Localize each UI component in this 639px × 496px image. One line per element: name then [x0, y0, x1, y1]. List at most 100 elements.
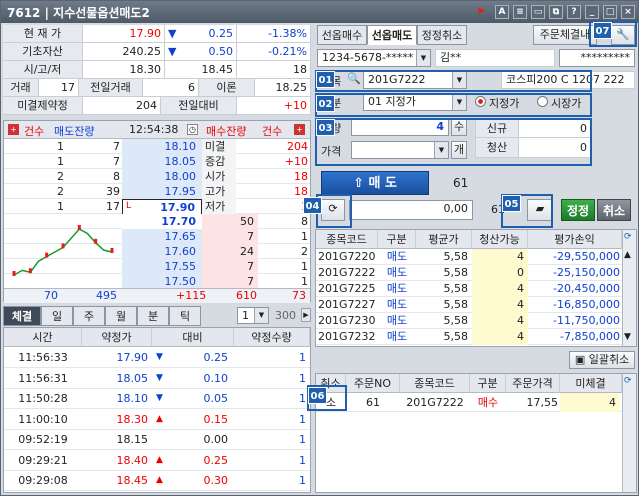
position-avail: 4 — [472, 281, 528, 297]
info-value: 204 — [287, 140, 308, 153]
bid-price[interactable]: 17.65 — [122, 229, 202, 244]
chevron-down-icon[interactable]: ▼ — [254, 308, 268, 323]
ask-qty: 39 — [106, 185, 120, 198]
position-side: 매도 — [386, 266, 408, 279]
scroll-up-icon[interactable]: ▲ — [624, 250, 631, 260]
position-avg: 5,58 — [443, 250, 469, 263]
position-row[interactable]: 201G7227 매도 5,58 4 -16,850,000 — [316, 297, 622, 313]
lock-icon[interactable]: ≡ — [513, 5, 527, 19]
print-icon[interactable]: ▭ — [531, 5, 545, 19]
scrollbar[interactable]: ⟳ ▲ ▼ — [622, 230, 636, 346]
unfilled-header: 종목코드 — [400, 374, 470, 393]
tick-qty: 1 — [299, 392, 306, 405]
sparkline-tick — [45, 252, 49, 258]
plus-icon[interactable]: + — [8, 124, 19, 135]
callout-frame-02 — [315, 93, 592, 117]
sell-button[interactable]: ⇧ 매 도 — [321, 171, 429, 195]
tab-0[interactable]: 체결 — [3, 306, 41, 326]
scrollbar[interactable]: ⟳ — [622, 374, 636, 492]
tick-diff: 0.00 — [203, 433, 229, 446]
tick-time: 09:29:08 — [18, 474, 68, 487]
tick-row: 11:50:28 18.10 ▼ 0.05 1 — [4, 389, 310, 409]
bid-price[interactable]: 17.50 — [122, 274, 202, 289]
tab-1[interactable]: 일 — [41, 306, 73, 326]
sparkline-tick — [28, 268, 32, 274]
position-code: 201G7220 — [318, 250, 376, 263]
order-tab-2[interactable]: 정정취소 — [417, 25, 467, 45]
play-icon[interactable]: ▶ — [475, 5, 489, 19]
ask-price[interactable]: 18.10 — [122, 139, 202, 154]
copy-icon[interactable]: ⧉ — [549, 5, 563, 19]
tab-3[interactable]: 월 — [105, 306, 137, 326]
total-diff: +115 — [176, 289, 207, 302]
ask-row: 11717.90L저가1 — [4, 199, 310, 216]
unit-value: 1 — [242, 309, 249, 322]
position-code: 201G7230 — [318, 314, 376, 327]
bid-price[interactable]: 17.55 — [122, 259, 202, 274]
unit-select[interactable]: 1 ▼ — [237, 307, 269, 324]
trash-icon: ▣ — [574, 353, 589, 366]
position-avail: 4 — [472, 249, 528, 265]
ask-price[interactable]: 18.00 — [122, 169, 202, 184]
bulk-cancel-button[interactable]: ▣ 일괄취소 — [569, 351, 635, 369]
order-tab-1[interactable]: 선옵매도 — [367, 25, 417, 45]
position-avail: 4 — [472, 313, 528, 329]
unfilled-row[interactable]: 소 61 201G7222 매수 17,55 4 — [316, 393, 622, 412]
cancel-button[interactable]: 취소 — [597, 199, 631, 221]
position-row[interactable]: 201G7232 매도 5,58 4 -7,850,000 — [316, 329, 622, 345]
prev-volume-label: 전일거래 — [79, 79, 143, 97]
underlying-pct: -0.21% — [237, 43, 311, 61]
current-marker: L — [126, 201, 132, 211]
tab-2[interactable]: 주 — [73, 306, 105, 326]
password-input[interactable]: ********* — [559, 49, 635, 67]
tab-5[interactable]: 틱 — [169, 306, 201, 326]
bid-count: 1 — [301, 275, 308, 288]
refresh-icon[interactable]: ⟳ — [624, 376, 632, 386]
total-bid-qty: 610 — [236, 289, 257, 302]
unfilled-remain: 4 — [560, 393, 620, 412]
unfilled-no: 61 — [366, 396, 380, 409]
refresh-icon[interactable]: ⟳ — [624, 232, 632, 242]
current-price: 17.90 — [83, 25, 165, 43]
position-code: 201G7225 — [318, 282, 376, 295]
modify-button[interactable]: 정정 — [561, 199, 595, 221]
order-tab-0[interactable]: 선옵매수 — [317, 25, 367, 45]
bid-qty-label: 매수잔량 — [206, 125, 247, 138]
position-side: 매도 — [386, 298, 408, 311]
position-row[interactable]: 201G7220 매도 5,58 4 -29,550,000 — [316, 249, 622, 265]
tab-4[interactable]: 분 — [137, 306, 169, 326]
minimize-icon[interactable]: _ — [585, 5, 599, 19]
tick-time: 09:52:19 — [18, 433, 68, 446]
position-row[interactable]: 201G7225 매도 5,58 4 -20,450,000 — [316, 281, 622, 297]
sparkline-tick — [94, 238, 98, 244]
clock-icon[interactable]: ◷ — [187, 124, 198, 135]
amount-field[interactable]: 0,00 — [349, 200, 473, 220]
open-price: 18.30 — [83, 61, 165, 79]
position-side: 매도 — [386, 330, 408, 343]
volume-label: 거래 — [3, 79, 39, 97]
ask-count-label: 건수 — [24, 125, 45, 138]
tick-qty: 1 — [299, 371, 306, 385]
ask-price[interactable]: 18.05 — [122, 154, 202, 169]
chevron-down-icon[interactable]: ▼ — [416, 50, 430, 66]
bid-price[interactable]: 17.60 — [122, 244, 202, 259]
plus-icon[interactable]: + — [294, 124, 305, 135]
conditional-order-button[interactable]: 주문체결내 — [533, 25, 597, 45]
help-icon[interactable]: ? — [567, 5, 581, 19]
order-book: + 건수 매도잔량 12:54:38 ◷ 매수잔량 건수 + 1 7 18.10 미결… — [3, 120, 311, 303]
bid-price[interactable]: 17.70 — [122, 214, 202, 229]
font-size-icon[interactable]: A — [495, 5, 509, 19]
ask-price[interactable]: 17.95 — [122, 184, 202, 199]
callout-badge-01: 01 — [316, 71, 335, 88]
position-row[interactable]: 201G7230 매도 5,58 4 -11,750,000 — [316, 313, 622, 329]
chevron-right-icon[interactable]: ▶ — [301, 308, 311, 322]
close-icon[interactable]: × — [621, 5, 635, 19]
quote-table: 현 재 가 17.90 ▼ 0.25 -1.38% 기초자산 240.25 ▼ 0.… — [3, 25, 311, 125]
tick-row: 09:52:19 18.15 0.00 1 — [4, 430, 310, 450]
account-input[interactable]: 1234-5678-***** ▼ — [317, 49, 431, 67]
maximize-icon[interactable]: □ — [603, 5, 617, 19]
info-label: 저가 — [202, 199, 236, 214]
scroll-down-icon[interactable]: ▼ — [624, 332, 631, 342]
position-row[interactable]: 201G7222 매도 5,58 0 -25,150,000 — [316, 265, 622, 281]
tick-row: 11:00:10 18.30 ▲ 0.15 1 — [4, 410, 310, 430]
